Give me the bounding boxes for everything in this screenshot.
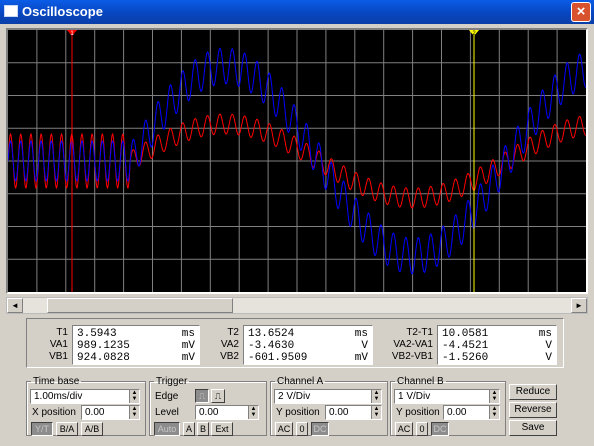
channel-a-dc-button[interactable]: DC: [311, 422, 329, 436]
vb2-value: -601.9509: [248, 352, 308, 364]
va2-unit: V: [361, 340, 368, 352]
va-diff-label: VA2-VA1: [393, 339, 433, 350]
trigger-level-spin-icon[interactable]: ▲ ▼: [248, 406, 258, 419]
edge-label: Edge: [155, 391, 179, 402]
trigger-level-input[interactable]: 0.00 ▲ ▼: [195, 405, 259, 420]
va2-value: -3.4630: [248, 340, 295, 352]
t2-unit: ms: [354, 328, 368, 340]
timebase-scale-value: 1.00ms/div: [34, 391, 83, 402]
scroll-right-button[interactable]: ►: [571, 298, 587, 313]
falling-edge-button[interactable]: ⎍: [211, 389, 225, 403]
title-bar[interactable]: Oscilloscope ×: [0, 0, 594, 24]
channel-b-ac-button[interactable]: AC: [395, 422, 413, 436]
t1-unit: ms: [181, 328, 195, 340]
trigger-level-value: 0.00: [199, 407, 219, 418]
vb-diff-label: VB2-VB1: [391, 351, 433, 362]
va-diff-value: -4.4521: [442, 340, 489, 352]
timebase-legend: Time base: [33, 376, 80, 387]
vb1-unit: mV: [181, 352, 195, 364]
va-diff-unit: V: [545, 340, 552, 352]
scope-screen: 1 2: [8, 30, 586, 292]
x-position-input[interactable]: 0.00 ▲ ▼: [81, 405, 140, 420]
va1-unit: mV: [181, 340, 195, 352]
channel-b-y-position-label: Y position: [396, 407, 440, 418]
t1-values-box: 3.5943 ms 989.1235 mV 924.0828 mV: [72, 325, 200, 365]
t1-label: T1: [56, 327, 68, 338]
channel-a-y-spin-icon[interactable]: ▲ ▼: [371, 406, 381, 419]
va1-label: VA1: [49, 339, 68, 350]
va2-label: VA2: [220, 339, 239, 350]
channel-b-dc-button[interactable]: DC: [431, 422, 449, 436]
x-position-label: X position: [32, 407, 76, 418]
t2-values-box: 13.6524 ms -3.4630 V -601.9509 mV: [243, 325, 373, 365]
level-label: Level: [155, 407, 179, 418]
rising-edge-icon: ⎍: [198, 391, 206, 401]
t1-value: 3.5943: [77, 328, 117, 340]
channel-a-y-position-label: Y position: [276, 407, 320, 418]
x-position-spin-icon[interactable]: ▲ ▼: [129, 406, 139, 419]
vb-diff-unit: V: [545, 352, 552, 364]
t-diff-value: 10.0581: [442, 328, 489, 340]
timebase-group: Time base 1.00ms/div ▲ ▼ X position 0.00 ▲ ▼…: [26, 376, 146, 436]
vb1-label: VB1: [49, 351, 68, 362]
channel-b-y-position-input[interactable]: 0.00 ▲ ▼: [443, 405, 500, 420]
ba-mode-button[interactable]: B/A: [56, 422, 78, 436]
channel-b-y-position-value: 0.00: [447, 407, 467, 418]
vb1-value: 924.0828: [77, 352, 130, 364]
vb-diff-value: -1.5260: [442, 352, 489, 364]
channel-b-legend: Channel B: [397, 376, 444, 387]
trigger-legend: Trigger: [156, 376, 188, 387]
oscilloscope-window: Oscilloscope × 1 2 ◄ ► 3.5943 ms 989.1235…: [0, 0, 594, 446]
scroll-thumb[interactable]: [47, 298, 233, 313]
cursor-readouts: 3.5943 ms 989.1235 mV 924.0828 mV T1 VA1 VB…: [26, 318, 564, 368]
falling-edge-icon: ⎍: [214, 391, 222, 401]
time-scrollbar[interactable]: ◄ ►: [6, 297, 588, 314]
channel-a-legend: Channel A: [277, 376, 324, 387]
x-position-value: 0.00: [85, 407, 105, 418]
difference-values-box: 10.0581 ms -4.4521 V -1.5260 V: [437, 325, 557, 365]
channel-a-scale-value: 2 V/Div: [278, 391, 311, 402]
reduce-button[interactable]: Reduce: [509, 384, 557, 400]
save-button[interactable]: Save: [509, 420, 557, 436]
channel-b-y-spin-icon[interactable]: ▲ ▼: [489, 406, 499, 419]
scroll-left-button[interactable]: ◄: [7, 298, 23, 313]
channel-b-group: Channel B 1 V/Div ▲ ▼ Y position 0.00 ▲ ▼ AC…: [390, 376, 506, 436]
channel-a-y-position-input[interactable]: 0.00 ▲ ▼: [325, 405, 382, 420]
channel-b-scale-spin-icon[interactable]: ▲ ▼: [489, 390, 499, 403]
window-title: Oscilloscope: [22, 4, 103, 19]
t-diff-unit: ms: [538, 328, 552, 340]
trigger-b-button[interactable]: B: [197, 422, 209, 436]
channel-a-zero-button[interactable]: 0: [296, 422, 308, 436]
channel-a-ac-button[interactable]: AC: [275, 422, 293, 436]
window-icon: [4, 5, 18, 17]
channel-a-y-position-value: 0.00: [329, 407, 349, 418]
trigger-auto-button[interactable]: Auto: [154, 422, 180, 436]
trigger-ext-button[interactable]: Ext: [211, 422, 233, 436]
control-panel: Time base 1.00ms/div ▲ ▼ X position 0.00 ▲ ▼…: [26, 376, 564, 438]
timebase-scale-select[interactable]: 1.00ms/div ▲ ▼: [30, 389, 140, 404]
channel-a-scale-select[interactable]: 2 V/Div ▲ ▼: [274, 389, 382, 404]
ab-mode-button[interactable]: A/B: [81, 422, 103, 436]
t2-value: 13.6524: [248, 328, 295, 340]
t-diff-label: T2-T1: [406, 327, 433, 338]
va1-value: 989.1235: [77, 340, 130, 352]
trigger-group: Trigger Edge ⎍ ⎍ Level 0.00 ▲ ▼ Auto A B E…: [149, 376, 267, 436]
scope-display[interactable]: 1 2: [6, 28, 588, 294]
channel-b-scale-value: 1 V/Div: [398, 391, 431, 402]
trigger-a-button[interactable]: A: [183, 422, 195, 436]
channel-b-scale-select[interactable]: 1 V/Div ▲ ▼: [394, 389, 500, 404]
channel-a-scale-spin-icon[interactable]: ▲ ▼: [371, 390, 381, 403]
close-button[interactable]: ×: [571, 2, 591, 22]
channel-a-group: Channel A 2 V/Div ▲ ▼ Y position 0.00 ▲ ▼ AC…: [270, 376, 388, 436]
reverse-button[interactable]: Reverse: [509, 402, 557, 418]
timebase-spin-icon[interactable]: ▲ ▼: [129, 390, 139, 403]
vb2-unit: mV: [354, 352, 368, 364]
t2-label: T2: [227, 327, 239, 338]
yt-mode-button[interactable]: Y/T: [31, 422, 53, 436]
channel-b-zero-button[interactable]: 0: [416, 422, 428, 436]
vb2-label: VB2: [220, 351, 239, 362]
rising-edge-button[interactable]: ⎍: [195, 389, 209, 403]
